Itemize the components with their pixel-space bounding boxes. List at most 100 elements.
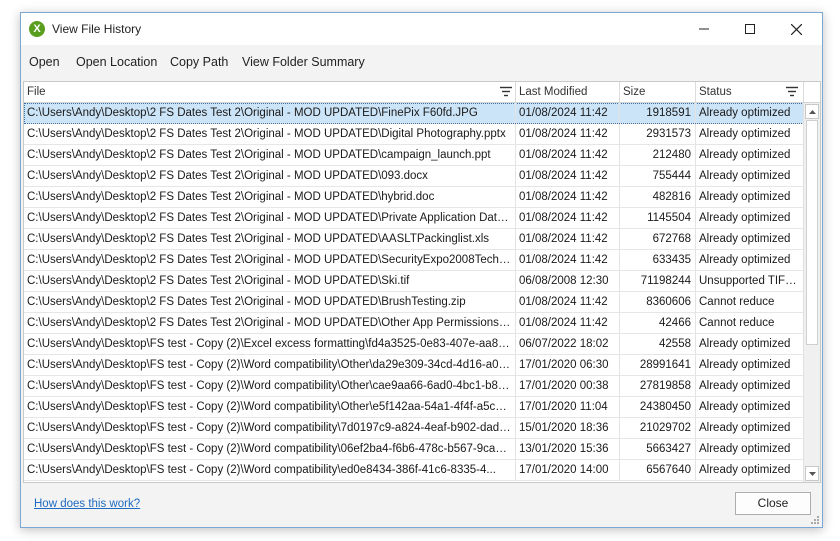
menu-copy-path[interactable]: Copy Path bbox=[170, 55, 228, 69]
title-bar[interactable]: X View File History bbox=[21, 13, 822, 45]
filter-icon[interactable] bbox=[786, 86, 798, 97]
table-row[interactable]: C:\Users\Andy\Desktop\2 FS Dates Test 2\… bbox=[24, 145, 804, 166]
close-window-button[interactable] bbox=[773, 13, 819, 45]
table-row[interactable]: C:\Users\Andy\Desktop\2 FS Dates Test 2\… bbox=[24, 187, 804, 208]
row-size-cell: 71198244 bbox=[620, 271, 696, 291]
column-header-status[interactable]: Status bbox=[696, 82, 804, 102]
table-row[interactable]: C:\Users\Andy\Desktop\2 FS Dates Test 2\… bbox=[24, 271, 804, 292]
scroll-down-icon bbox=[808, 471, 816, 476]
minimize-button[interactable] bbox=[681, 13, 727, 45]
table-row[interactable]: C:\Users\Andy\Desktop\2 FS Dates Test 2\… bbox=[24, 313, 804, 334]
row-size-cell: 6567640 bbox=[620, 460, 696, 480]
row-status-cell: Already optimized bbox=[696, 145, 804, 165]
table-row[interactable]: C:\Users\Andy\Desktop\FS test - Copy (2)… bbox=[24, 418, 804, 439]
row-file-cell: C:\Users\Andy\Desktop\2 FS Dates Test 2\… bbox=[24, 292, 516, 312]
row-size-cell: 21029702 bbox=[620, 418, 696, 438]
menu-bar: Open Open Location Copy Path View Folder… bbox=[21, 45, 822, 79]
scroll-up-icon bbox=[808, 109, 816, 114]
table-body: C:\Users\Andy\Desktop\2 FS Dates Test 2\… bbox=[24, 103, 804, 481]
row-modified-cell: 06/08/2008 12:30 bbox=[516, 271, 620, 291]
table-row[interactable]: C:\Users\Andy\Desktop\2 FS Dates Test 2\… bbox=[24, 103, 804, 124]
table-row[interactable]: C:\Users\Andy\Desktop\2 FS Dates Test 2\… bbox=[24, 292, 804, 313]
row-modified-cell: 01/08/2024 11:42 bbox=[516, 187, 620, 207]
table-row[interactable]: C:\Users\Andy\Desktop\FS test - Copy (2)… bbox=[24, 397, 804, 418]
vertical-scrollbar[interactable] bbox=[803, 103, 820, 482]
row-modified-cell: 13/01/2020 15:36 bbox=[516, 439, 620, 459]
column-header-last-modified[interactable]: Last Modified bbox=[516, 82, 620, 102]
row-modified-cell: 17/01/2020 14:00 bbox=[516, 460, 620, 480]
dialog-footer: How does this work? Close bbox=[21, 483, 822, 527]
row-file-cell: C:\Users\Andy\Desktop\2 FS Dates Test 2\… bbox=[24, 313, 516, 333]
row-status-cell: Cannot reduce bbox=[696, 313, 804, 333]
row-modified-cell: 01/08/2024 11:42 bbox=[516, 229, 620, 249]
menu-open[interactable]: Open bbox=[29, 55, 60, 69]
table-row[interactable]: C:\Users\Andy\Desktop\FS test - Copy (2)… bbox=[24, 355, 804, 376]
row-file-cell: C:\Users\Andy\Desktop\2 FS Dates Test 2\… bbox=[24, 271, 516, 291]
table-row[interactable]: C:\Users\Andy\Desktop\2 FS Dates Test 2\… bbox=[24, 166, 804, 187]
close-button[interactable]: Close bbox=[735, 492, 811, 515]
table-row[interactable]: C:\Users\Andy\Desktop\FS test - Copy (2)… bbox=[24, 334, 804, 355]
row-status-cell: Already optimized bbox=[696, 397, 804, 417]
row-status-cell: Already optimized bbox=[696, 208, 804, 228]
row-status-cell: Already optimized bbox=[696, 250, 804, 270]
row-status-cell: Already optimized bbox=[696, 439, 804, 459]
row-size-cell: 27819858 bbox=[620, 376, 696, 396]
row-file-cell: C:\Users\Andy\Desktop\FS test - Copy (2)… bbox=[24, 334, 516, 354]
row-status-cell: Already optimized bbox=[696, 355, 804, 375]
row-status-cell: Already optimized bbox=[696, 376, 804, 396]
row-size-cell: 1145504 bbox=[620, 208, 696, 228]
row-file-cell: C:\Users\Andy\Desktop\FS test - Copy (2)… bbox=[24, 460, 516, 480]
row-size-cell: 42558 bbox=[620, 334, 696, 354]
row-modified-cell: 01/08/2024 11:42 bbox=[516, 145, 620, 165]
row-status-cell: Cannot reduce bbox=[696, 292, 804, 312]
row-size-cell: 8360606 bbox=[620, 292, 696, 312]
row-status-cell: Already optimized bbox=[696, 103, 804, 123]
row-status-cell: Already optimized bbox=[696, 229, 804, 249]
minimize-icon bbox=[699, 28, 709, 30]
table-row[interactable]: C:\Users\Andy\Desktop\2 FS Dates Test 2\… bbox=[24, 124, 804, 145]
scroll-up-button[interactable] bbox=[805, 104, 819, 119]
row-size-cell: 482816 bbox=[620, 187, 696, 207]
table-row[interactable]: C:\Users\Andy\Desktop\FS test - Copy (2)… bbox=[24, 439, 804, 460]
column-header-size-label: Size bbox=[623, 86, 646, 98]
how-does-this-work-link[interactable]: How does this work? bbox=[34, 498, 140, 510]
row-size-cell: 28991641 bbox=[620, 355, 696, 375]
column-header-file[interactable]: File bbox=[24, 82, 516, 102]
row-size-cell: 633435 bbox=[620, 250, 696, 270]
row-modified-cell: 01/08/2024 11:42 bbox=[516, 292, 620, 312]
table-row[interactable]: C:\Users\Andy\Desktop\2 FS Dates Test 2\… bbox=[24, 250, 804, 271]
row-status-cell: Already optimized bbox=[696, 460, 804, 480]
maximize-button[interactable] bbox=[727, 13, 773, 45]
row-file-cell: C:\Users\Andy\Desktop\FS test - Copy (2)… bbox=[24, 418, 516, 438]
column-header-status-label: Status bbox=[699, 86, 732, 98]
row-file-cell: C:\Users\Andy\Desktop\2 FS Dates Test 2\… bbox=[24, 208, 516, 228]
menu-open-location[interactable]: Open Location bbox=[76, 55, 157, 69]
scroll-down-button[interactable] bbox=[805, 466, 819, 481]
column-header-file-label: File bbox=[27, 86, 46, 98]
row-status-cell: Already optimized bbox=[696, 187, 804, 207]
file-history-table: File Last Modified Size Status C:\Users\… bbox=[23, 81, 821, 483]
row-file-cell: C:\Users\Andy\Desktop\FS test - Copy (2)… bbox=[24, 439, 516, 459]
close-icon bbox=[790, 23, 802, 35]
table-row[interactable]: C:\Users\Andy\Desktop\2 FS Dates Test 2\… bbox=[24, 208, 804, 229]
column-header-size[interactable]: Size bbox=[620, 82, 696, 102]
row-file-cell: C:\Users\Andy\Desktop\2 FS Dates Test 2\… bbox=[24, 103, 516, 123]
row-size-cell: 755444 bbox=[620, 166, 696, 186]
table-row[interactable]: C:\Users\Andy\Desktop\2 FS Dates Test 2\… bbox=[24, 229, 804, 250]
maximize-icon bbox=[745, 24, 755, 34]
table-row[interactable]: C:\Users\Andy\Desktop\FS test - Copy (2)… bbox=[24, 376, 804, 397]
row-status-cell: Already optimized bbox=[696, 334, 804, 354]
filter-icon[interactable] bbox=[500, 86, 512, 97]
row-modified-cell: 17/01/2020 11:04 bbox=[516, 397, 620, 417]
menu-view-folder-summary[interactable]: View Folder Summary bbox=[242, 55, 365, 69]
row-modified-cell: 15/01/2020 18:36 bbox=[516, 418, 620, 438]
row-modified-cell: 01/08/2024 11:42 bbox=[516, 208, 620, 228]
row-size-cell: 24380450 bbox=[620, 397, 696, 417]
row-modified-cell: 01/08/2024 11:42 bbox=[516, 313, 620, 333]
resize-grip-icon[interactable] bbox=[810, 515, 820, 525]
view-file-history-window: X View File History Open Open Location C… bbox=[20, 12, 823, 528]
row-status-cell: Unsupported TIFF ... bbox=[696, 271, 804, 291]
row-file-cell: C:\Users\Andy\Desktop\2 FS Dates Test 2\… bbox=[24, 166, 516, 186]
scrollbar-thumb[interactable] bbox=[806, 120, 818, 345]
table-row[interactable]: C:\Users\Andy\Desktop\FS test - Copy (2)… bbox=[24, 460, 804, 481]
